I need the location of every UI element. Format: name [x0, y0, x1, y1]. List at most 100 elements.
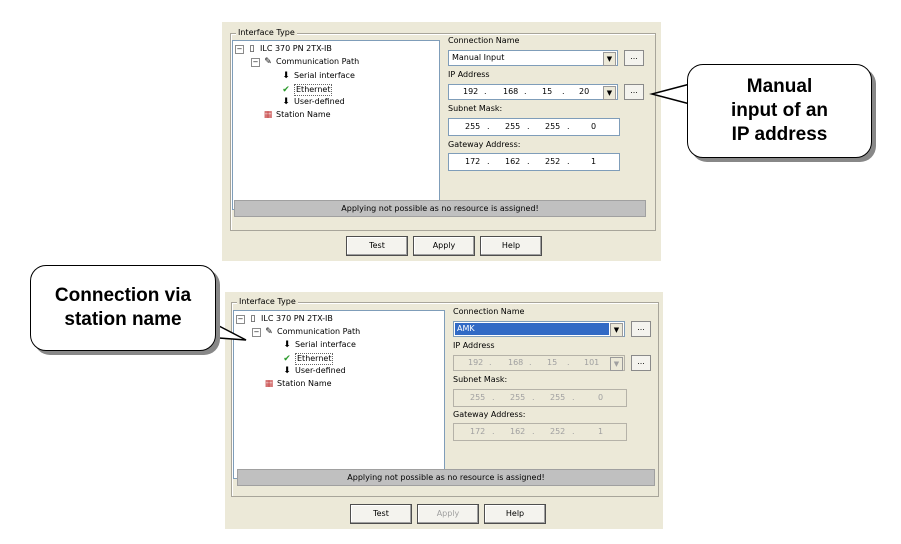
tree-label-serial: Serial interface	[294, 71, 355, 80]
tree-label-user-defined: User-defined	[295, 366, 346, 375]
tree-node-ethernet[interactable]: ✔ Ethernet	[282, 353, 334, 365]
octet-separator: .	[492, 393, 495, 402]
ip-address-combo[interactable]: 192 . 168 . 15 . 20 ▼	[448, 84, 618, 100]
octet-separator: .	[532, 427, 535, 436]
subnet-octet-2: 255	[505, 122, 521, 131]
group-title: Interface Type	[237, 297, 298, 307]
subnet-octet-2: 255	[510, 393, 526, 402]
connection-plug-icon: ✎	[264, 57, 272, 67]
station-name-icon: ▦	[263, 110, 273, 120]
ip-octet-3: 15	[547, 358, 558, 367]
tree-node-station-name[interactable]: ▦ Station Name	[264, 379, 332, 389]
connection-browse-button[interactable]: ...	[624, 50, 644, 66]
callout-station-line-2: station name	[64, 309, 182, 330]
octet-separator: .	[567, 122, 570, 131]
gateway-octet-2: 162	[510, 427, 526, 436]
subnet-mask-field: 255 . 255 . 255 . 0	[453, 389, 627, 407]
gateway-address-field: 172 . 162 . 252 . 1	[453, 423, 627, 441]
test-button[interactable]: Test	[350, 504, 412, 524]
callout-tail-manual	[649, 83, 692, 105]
chevron-down-icon[interactable]: ▼	[610, 323, 623, 337]
dialog-manual-ip: Interface Type − ▯ ILC 370 PN 2TX-IB − ✎…	[222, 22, 661, 261]
test-button[interactable]: Test	[346, 236, 408, 256]
help-button[interactable]: Help	[484, 504, 546, 524]
octet-separator: .	[567, 157, 570, 166]
collapse-icon[interactable]: −	[235, 44, 244, 54]
tree-node-communication-path[interactable]: − ✎ Communication Path	[252, 327, 360, 337]
tree-label-user-defined: User-defined	[294, 97, 345, 106]
subnet-octet-3: 255	[550, 393, 566, 402]
subnet-mask-field[interactable]: 255 . 255 . 255 . 0	[448, 118, 620, 136]
connection-name-value: Manual Input	[452, 53, 505, 62]
tree-label-station-name: Station Name	[277, 379, 332, 388]
tree-node-device[interactable]: − ▯ ILC 370 PN 2TX-IB	[235, 44, 332, 54]
subnet-mask-label: Subnet Mask:	[453, 375, 508, 384]
subnet-octet-1: 255	[465, 122, 481, 131]
collapse-icon[interactable]: −	[252, 327, 261, 337]
ip-browse-button[interactable]: ...	[631, 355, 651, 371]
ip-octet-2: 168	[503, 87, 519, 96]
subnet-octet-4: 0	[591, 122, 597, 131]
connection-plug-icon: ✎	[265, 327, 273, 337]
interface-tree[interactable]: − ▯ ILC 370 PN 2TX-IB − ✎ Communication …	[232, 40, 440, 210]
tree-label-communication-path: Communication Path	[277, 327, 361, 336]
gateway-octet-1: 172	[470, 427, 486, 436]
ip-address-label: IP Address	[448, 70, 490, 79]
octet-separator: .	[524, 87, 527, 96]
station-name-icon: ▦	[264, 379, 274, 389]
octet-separator: .	[489, 358, 492, 367]
callout-station-name: Connection via station name	[30, 265, 216, 351]
callout-manual-line-3: IP address	[731, 124, 828, 145]
status-bar: Applying not possible as no resource is …	[234, 200, 646, 217]
ip-octet-3: 15	[542, 87, 553, 96]
tree-node-device[interactable]: − ▯ ILC 370 PN 2TX-IB	[236, 314, 333, 324]
interface-tree[interactable]: − ▯ ILC 370 PN 2TX-IB − ✎ Communication …	[233, 310, 445, 479]
ip-octet-4: 101	[584, 358, 600, 367]
gateway-address-label: Gateway Address:	[448, 140, 521, 149]
tree-node-communication-path[interactable]: − ✎ Communication Path	[251, 57, 359, 67]
connection-name-value: AMK	[455, 323, 609, 335]
ip-octet-4: 20	[579, 87, 590, 96]
chevron-down-icon[interactable]: ▼	[603, 52, 616, 66]
ip-browse-button[interactable]: ...	[624, 84, 644, 100]
octet-separator: .	[487, 157, 490, 166]
tree-label-ethernet: Ethernet	[294, 84, 333, 96]
tree-label-communication-path: Communication Path	[276, 57, 360, 66]
group-title: Interface Type	[236, 28, 297, 38]
collapse-icon[interactable]: −	[251, 57, 260, 67]
tree-label-ethernet: Ethernet	[295, 353, 334, 365]
gateway-octet-3: 252	[545, 157, 561, 166]
connection-name-combo[interactable]: AMK ▼	[453, 321, 625, 337]
subnet-octet-4: 0	[598, 393, 604, 402]
tree-label-device: ILC 370 PN 2TX-IB	[261, 314, 333, 323]
tree-node-user-defined[interactable]: ⬇ User-defined	[282, 366, 346, 376]
gateway-octet-2: 162	[505, 157, 521, 166]
plc-device-icon: ▯	[249, 44, 255, 54]
octet-separator: .	[529, 358, 532, 367]
tree-node-serial[interactable]: ⬇ Serial interface	[281, 71, 355, 81]
octet-separator: .	[562, 87, 565, 96]
tree-node-user-defined[interactable]: ⬇ User-defined	[281, 97, 345, 107]
octet-separator: .	[567, 358, 570, 367]
gateway-address-field[interactable]: 172 . 162 . 252 . 1	[448, 153, 620, 171]
gateway-octet-3: 252	[550, 427, 566, 436]
tree-node-serial[interactable]: ⬇ Serial interface	[282, 340, 356, 350]
ip-address-label: IP Address	[453, 341, 495, 350]
octet-separator: .	[484, 87, 487, 96]
gateway-octet-4: 1	[591, 157, 597, 166]
tree-node-ethernet[interactable]: ✔ Ethernet	[281, 84, 333, 96]
tree-label-serial: Serial interface	[295, 340, 356, 349]
green-check-icon: ✔	[283, 354, 291, 364]
callout-manual-line-2: input of an	[730, 100, 829, 121]
octet-separator: .	[572, 393, 575, 402]
gateway-octet-4: 1	[598, 427, 604, 436]
status-bar: Applying not possible as no resource is …	[237, 469, 655, 486]
help-button[interactable]: Help	[480, 236, 542, 256]
tree-node-station-name[interactable]: ▦ Station Name	[263, 110, 331, 120]
connection-name-combo[interactable]: Manual Input ▼	[448, 50, 618, 66]
chevron-down-icon[interactable]: ▼	[603, 86, 616, 100]
chevron-down-icon: ▼	[610, 357, 623, 371]
connection-browse-button[interactable]: ...	[631, 321, 651, 337]
octet-separator: .	[532, 393, 535, 402]
apply-button[interactable]: Apply	[413, 236, 475, 256]
